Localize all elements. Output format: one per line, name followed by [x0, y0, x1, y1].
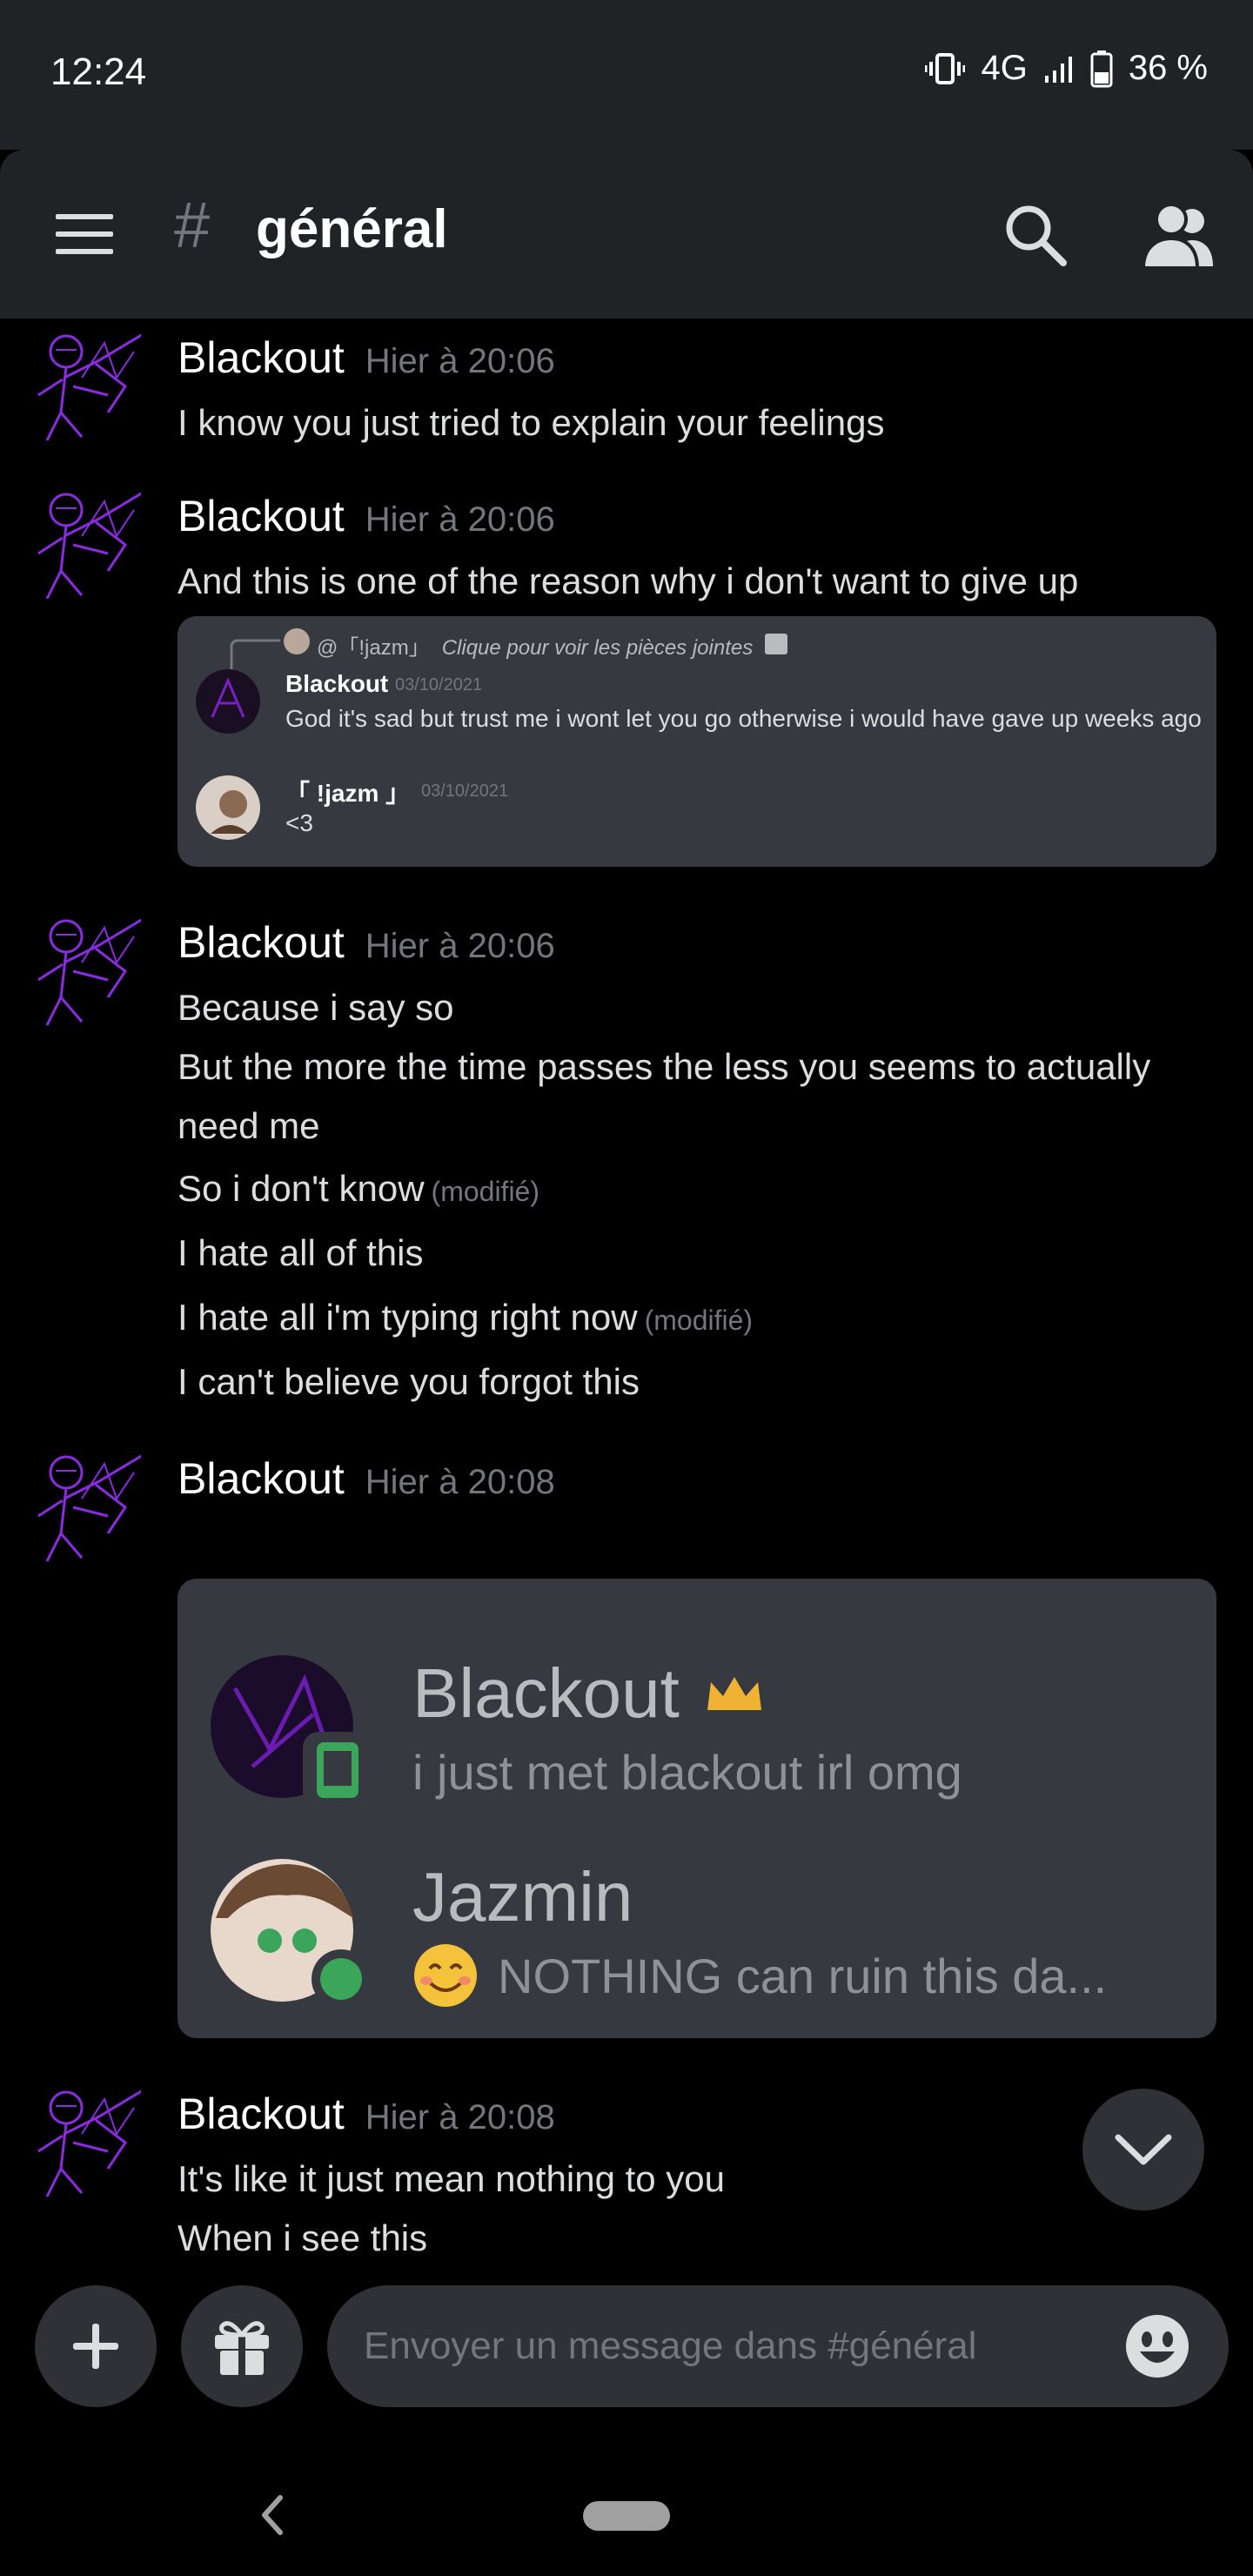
- message-text: I can't believe you forgot this: [178, 1361, 640, 1402]
- image-icon: [765, 634, 788, 654]
- edited-label: (modifié): [644, 1305, 754, 1336]
- message-timestamp: Hier à 20:06: [365, 927, 555, 965]
- chevron-down-icon: [1115, 2134, 1172, 2165]
- embed-user-name: Jazmin: [412, 1858, 633, 1935]
- battery-icon: [1090, 50, 1113, 87]
- status-bar: 12:24 4G 36 %: [0, 0, 1253, 150]
- embed-user-name: Blackout: [412, 1654, 680, 1732]
- embed-user-status-row: NOTHING can ruin this da...: [412, 1942, 1107, 2009]
- message-text: I hate all of this: [178, 1232, 424, 1273]
- channel-title: général: [256, 199, 448, 259]
- embed-avatar: [211, 1859, 371, 2009]
- status-time: 12:24: [50, 50, 147, 93]
- message-text: And this is one of the reason why i don'…: [178, 560, 1079, 601]
- smile-emoji-icon: [414, 1944, 477, 2007]
- message-timestamp: Hier à 20:06: [365, 342, 555, 380]
- user-avatar[interactable]: [21, 325, 141, 446]
- message-text: need me: [178, 1105, 320, 1146]
- message-timestamp: Hier à 20:08: [365, 2098, 555, 2137]
- message-author[interactable]: Blackout: [178, 332, 345, 383]
- message-text-edited: So i don't know (modifié): [178, 1168, 539, 1210]
- signal-icon: [1044, 56, 1072, 83]
- reply-hint: Clique pour voir les pièces jointes: [441, 636, 754, 660]
- message-text: Because i say so: [178, 987, 454, 1028]
- message-author[interactable]: Blackout: [178, 491, 345, 541]
- reply-reference: @「!jazm」 Clique pour voir les pièces joi…: [317, 630, 788, 661]
- message-author[interactable]: Blackout: [178, 2089, 345, 2139]
- mini-avatar: [284, 628, 310, 654]
- message-text: I hate all i'm typing right now: [178, 1297, 638, 1338]
- back-icon[interactable]: [254, 2489, 289, 2541]
- embed-author: 「 !jazm 」: [285, 780, 411, 807]
- embed-date: 03/10/2021: [421, 782, 509, 801]
- message-author[interactable]: Blackout: [178, 917, 345, 968]
- gift-button[interactable]: [181, 2285, 303, 2407]
- member-list-icon[interactable]: [1140, 200, 1218, 270]
- message-timestamp: Hier à 20:08: [365, 1463, 555, 1501]
- crown-icon: [707, 1677, 761, 1710]
- embed-avatar: [211, 1655, 374, 1807]
- jump-to-present-button[interactable]: [1082, 2089, 1204, 2210]
- channel-header: # général: [0, 150, 1253, 319]
- message-text: I know you just tried to explain your fe…: [178, 402, 885, 443]
- embed-user-status: i just met blackout irl omg: [412, 1745, 962, 1800]
- user-avatar[interactable]: [21, 484, 141, 604]
- vibrate-icon: [925, 52, 966, 84]
- image-attachment[interactable]: @「!jazm」 Clique pour voir les pièces joi…: [178, 616, 1216, 867]
- status-icons: 4G 36 %: [925, 49, 1208, 88]
- embed-author: Blackout: [285, 670, 389, 697]
- emoji-picker-icon[interactable]: [1124, 2313, 1190, 2379]
- gift-icon: [215, 2321, 269, 2375]
- add-attachment-button[interactable]: [35, 2285, 157, 2407]
- channel-hash-icon: #: [174, 189, 211, 261]
- message-input[interactable]: [364, 2285, 1129, 2407]
- network-type: 4G: [981, 49, 1028, 87]
- embed-text: God it's sad but trust me i wont let you…: [285, 705, 1202, 732]
- user-avatar[interactable]: [21, 910, 141, 1030]
- message-text: When i see this: [178, 2217, 428, 2258]
- hamburger-menu-icon[interactable]: [56, 212, 113, 256]
- embed-date: 03/10/2021: [395, 675, 483, 694]
- home-handle[interactable]: [583, 2501, 670, 2531]
- embed-user-status: NOTHING can ruin this da...: [498, 1948, 1108, 2003]
- edited-label: (modifié): [431, 1176, 539, 1207]
- user-avatar[interactable]: [21, 1446, 141, 1566]
- embed-avatar: [196, 775, 260, 840]
- user-avatar[interactable]: [21, 2082, 141, 2202]
- message-text: But the more the time passes the less yo…: [178, 1046, 1151, 1087]
- search-icon[interactable]: [1001, 200, 1070, 270]
- message-input-container[interactable]: [327, 2285, 1229, 2407]
- embed-avatar: [196, 669, 260, 734]
- message-text: So i don't know: [178, 1168, 425, 1209]
- message-author[interactable]: Blackout: [178, 1453, 345, 1504]
- image-attachment[interactable]: Blackout i just met blackout irl omg Jaz…: [178, 1579, 1216, 2038]
- message-timestamp: Hier à 20:06: [365, 500, 555, 539]
- system-navigation-bar: [0, 2463, 1253, 2576]
- embed-user-row: Blackout: [412, 1654, 765, 1734]
- plus-icon: [73, 2324, 118, 2369]
- reply-target: @「!jazm」: [317, 636, 430, 660]
- message-text-edited: I hate all i'm typing right now (modifié): [178, 1297, 753, 1338]
- message-text: It's like it just mean nothing to you: [178, 2158, 726, 2199]
- embed-text: <3: [285, 809, 313, 836]
- battery-level: 36 %: [1128, 49, 1208, 87]
